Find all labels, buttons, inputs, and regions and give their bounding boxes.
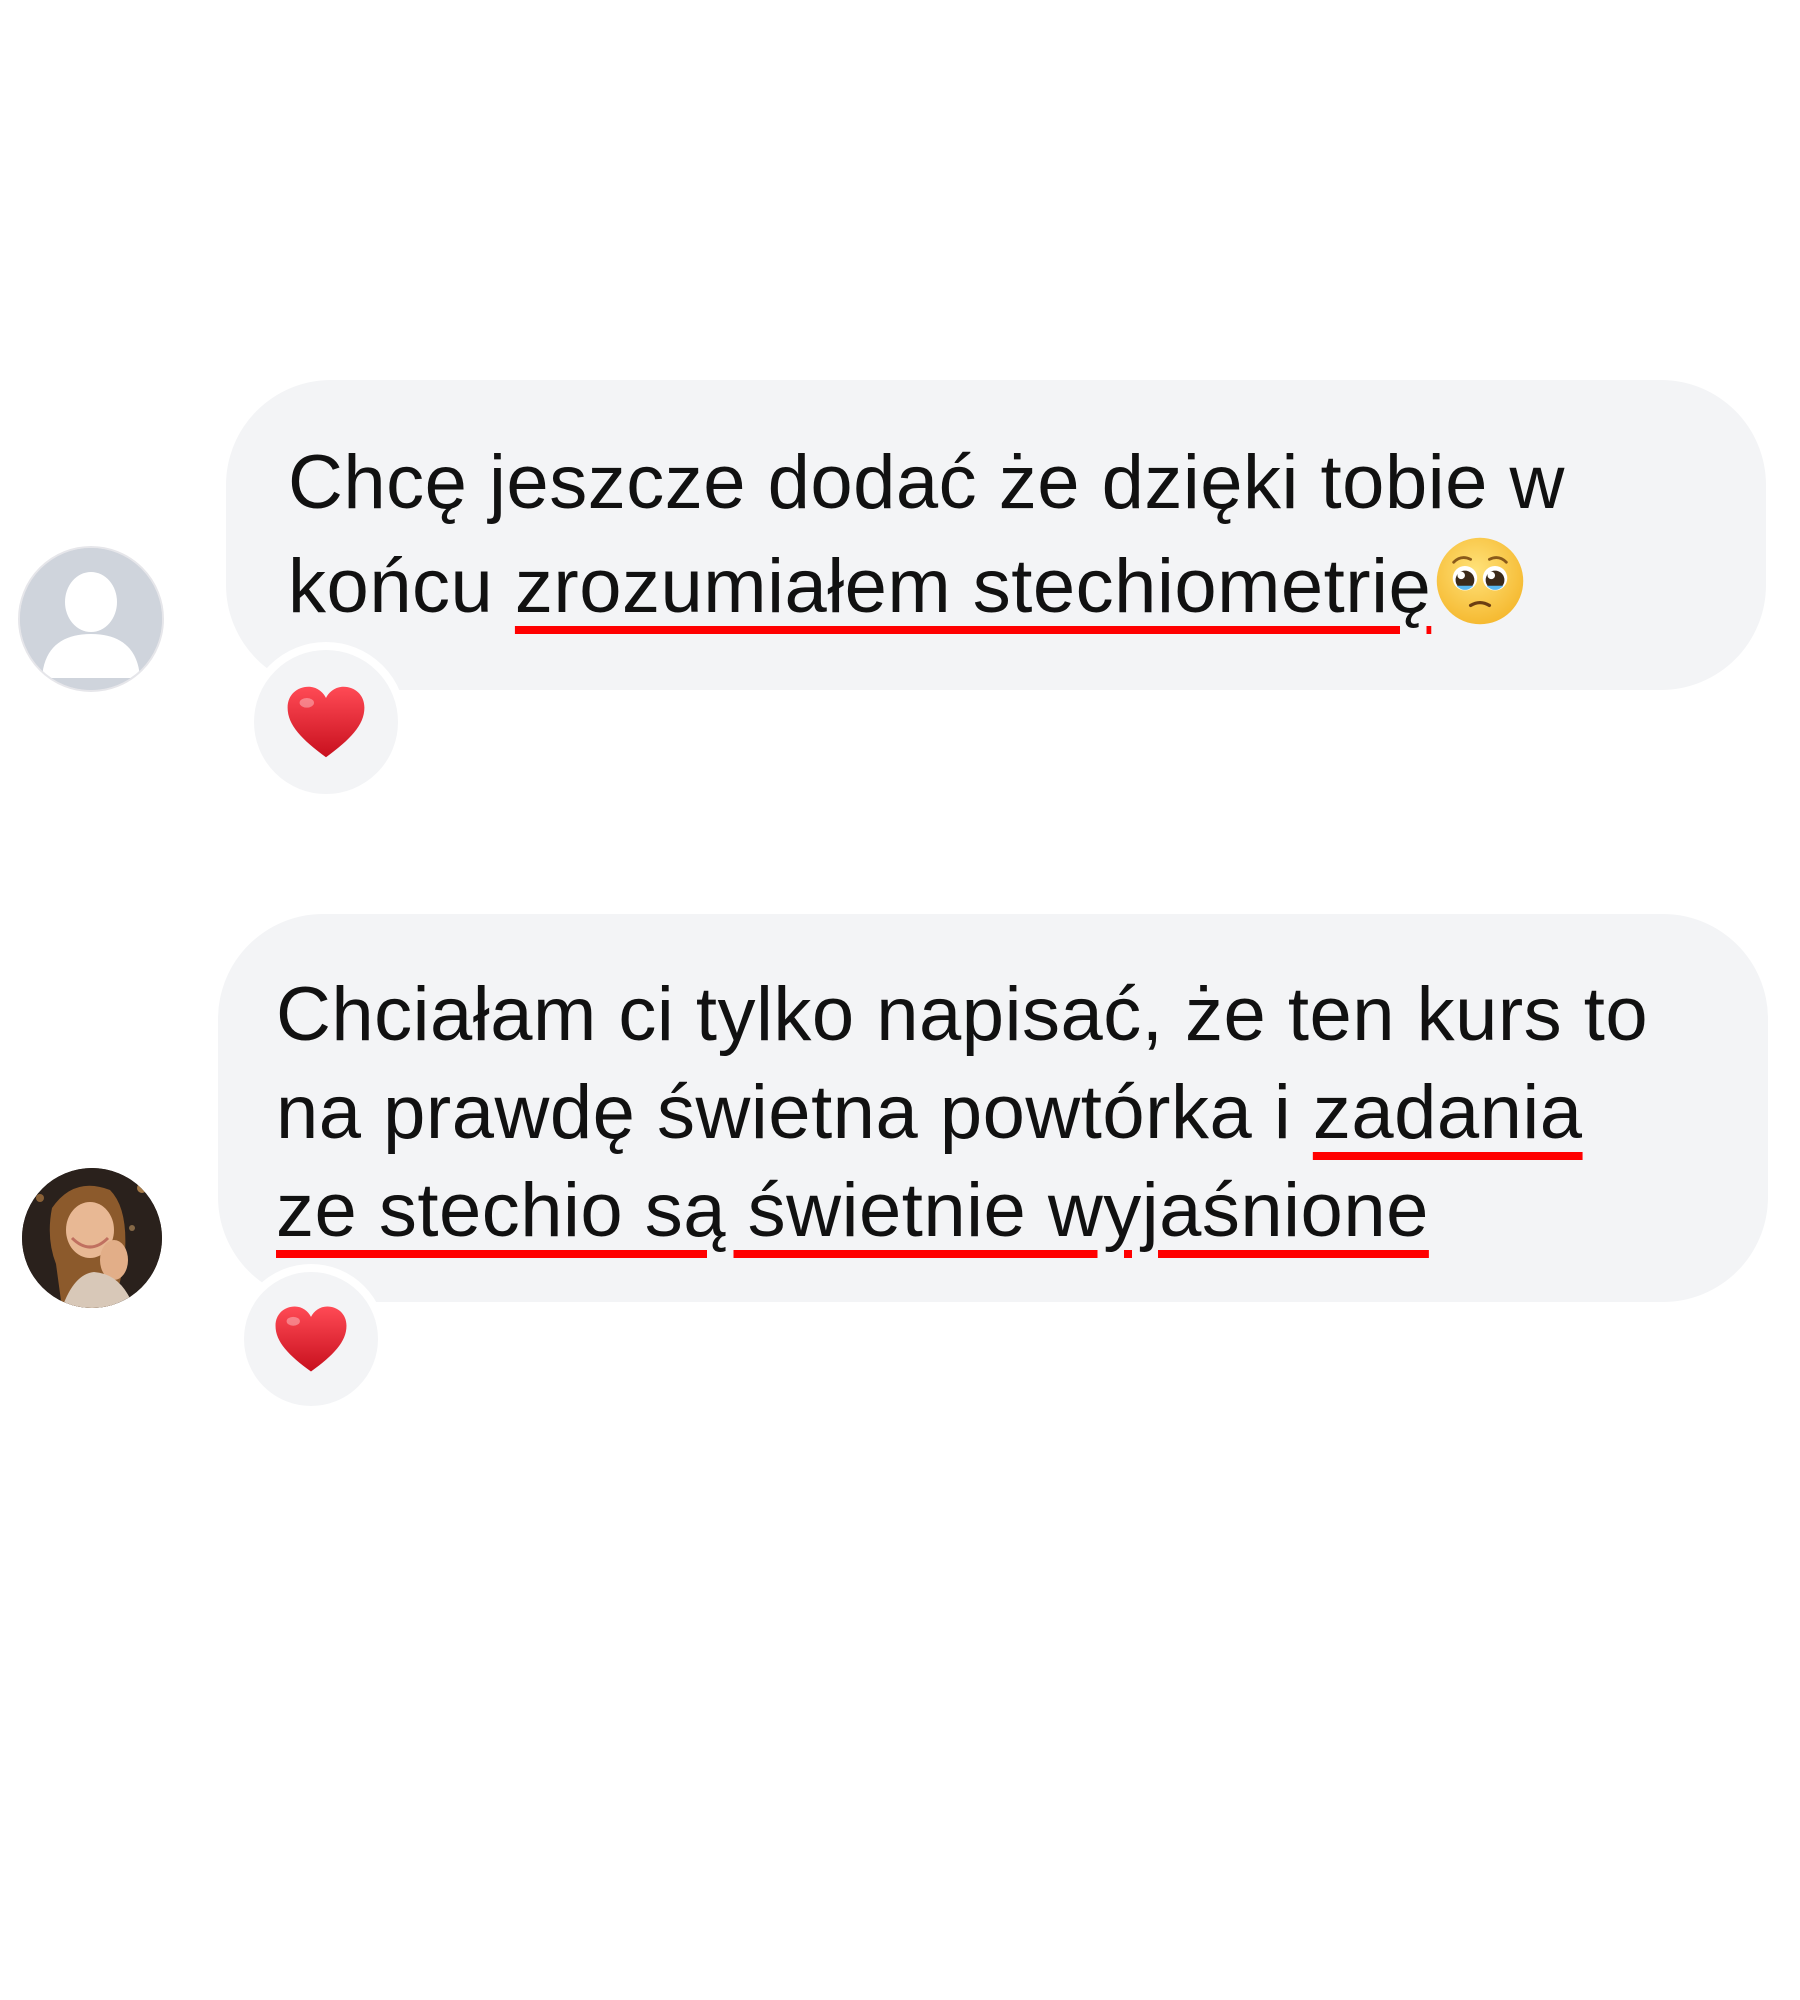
text-segment: Chcę jeszcze dodać że dzięki tobie w xyxy=(288,440,1565,525)
message-line: na prawdę świetna powtórka i zadania xyxy=(276,1064,1768,1162)
text-segment: Chciałam ci tylko napisać, że ten kurs t… xyxy=(276,972,1649,1057)
highlighted-text: zrozumiałem stechiometrię xyxy=(514,544,1432,629)
message-line: końcu zrozumiałem stechiometrię xyxy=(288,534,1766,638)
message-bubble[interactable]: Chcę jeszcze dodać że dzięki tobie w koń… xyxy=(226,380,1766,690)
heart-reaction[interactable] xyxy=(236,1264,386,1414)
message-line: ze stechio są świetnie wyjaśnione xyxy=(276,1162,1768,1260)
person-silhouette-icon xyxy=(20,548,162,690)
default-avatar[interactable] xyxy=(18,546,164,692)
red-heart-icon xyxy=(287,686,365,758)
text-segment: na prawdę świetna powtórka i xyxy=(276,1070,1313,1155)
message-text: Chciałam ci tylko napisać, że ten kurs t… xyxy=(276,966,1768,1260)
message-text: Chcę jeszcze dodać że dzięki tobie w koń… xyxy=(288,432,1766,638)
heart-reaction[interactable] xyxy=(246,642,406,802)
highlighted-text: zadania xyxy=(1312,1070,1583,1155)
highlighted-text: ze stechio są świetnie wyjaśnione xyxy=(276,1168,1429,1253)
message-line: Chciałam ci tylko napisać, że ten kurs t… xyxy=(276,966,1768,1064)
user-photo-image xyxy=(22,1168,162,1308)
user-photo-avatar[interactable] xyxy=(22,1168,162,1308)
text-segment: końcu xyxy=(288,544,515,629)
pleading-face-emoji-icon xyxy=(1437,537,1524,625)
red-heart-icon xyxy=(275,1306,347,1372)
message-line: Chcę jeszcze dodać że dzięki tobie w xyxy=(288,432,1766,534)
message-bubble[interactable]: Chciałam ci tylko napisać, że ten kurs t… xyxy=(218,914,1768,1302)
